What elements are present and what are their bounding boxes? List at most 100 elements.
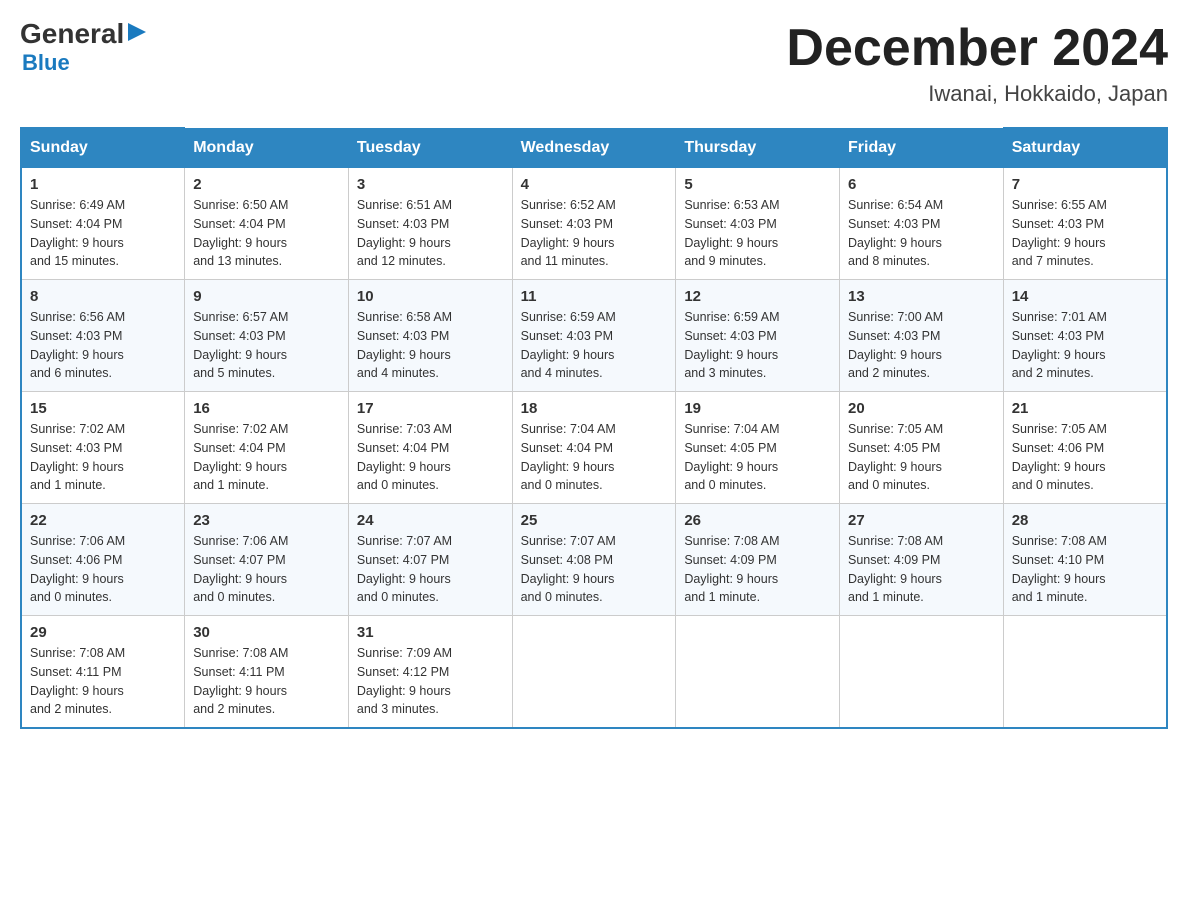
weekday-header-wednesday: Wednesday bbox=[512, 128, 676, 168]
day-number: 13 bbox=[848, 288, 995, 305]
month-title: December 2024 bbox=[786, 20, 1168, 77]
calendar-cell: 6 Sunrise: 6:54 AM Sunset: 4:03 PM Daylig… bbox=[840, 168, 1004, 280]
day-number: 29 bbox=[30, 624, 176, 641]
day-number: 15 bbox=[30, 400, 176, 417]
calendar-cell: 4 Sunrise: 6:52 AM Sunset: 4:03 PM Daylig… bbox=[512, 168, 676, 280]
weekday-header-thursday: Thursday bbox=[676, 128, 840, 168]
calendar-cell: 22Sunrise: 7:06 AM Sunset: 4:06 PM Dayli… bbox=[21, 504, 185, 616]
day-info: Sunrise: 6:51 AM Sunset: 4:03 PM Dayligh… bbox=[357, 196, 504, 271]
calendar-cell: 30 Sunrise: 7:08 AM Sunset: 4:11 PM Dayli… bbox=[185, 616, 349, 729]
calendar-cell: 27 Sunrise: 7:08 AM Sunset: 4:09 PM Dayli… bbox=[840, 504, 1004, 616]
day-number: 19 bbox=[684, 400, 831, 417]
calendar-cell: 8Sunrise: 6:56 AM Sunset: 4:03 PM Daylig… bbox=[21, 280, 185, 392]
day-info: Sunrise: 6:59 AM Sunset: 4:03 PM Dayligh… bbox=[684, 308, 831, 383]
page-header: General Blue December 2024 Iwanai, Hokka… bbox=[20, 20, 1168, 107]
day-info: Sunrise: 6:59 AM Sunset: 4:03 PM Dayligh… bbox=[521, 308, 668, 383]
day-info: Sunrise: 7:02 AM Sunset: 4:04 PM Dayligh… bbox=[193, 420, 340, 495]
calendar-cell: 28Sunrise: 7:08 AM Sunset: 4:10 PM Dayli… bbox=[1003, 504, 1167, 616]
calendar-cell: 2 Sunrise: 6:50 AM Sunset: 4:04 PM Daylig… bbox=[185, 168, 349, 280]
day-number: 30 bbox=[193, 624, 340, 641]
calendar-cell bbox=[676, 616, 840, 729]
calendar-cell: 5Sunrise: 6:53 AM Sunset: 4:03 PM Daylig… bbox=[676, 168, 840, 280]
day-info: Sunrise: 7:07 AM Sunset: 4:07 PM Dayligh… bbox=[357, 532, 504, 607]
weekday-header-friday: Friday bbox=[840, 128, 1004, 168]
calendar-cell: 23Sunrise: 7:06 AM Sunset: 4:07 PM Dayli… bbox=[185, 504, 349, 616]
calendar-week-row: 15 Sunrise: 7:02 AM Sunset: 4:03 PM Dayli… bbox=[21, 392, 1167, 504]
day-number: 3 bbox=[357, 176, 504, 193]
day-info: Sunrise: 7:02 AM Sunset: 4:03 PM Dayligh… bbox=[30, 420, 176, 495]
day-info: Sunrise: 7:08 AM Sunset: 4:11 PM Dayligh… bbox=[193, 644, 340, 719]
day-info: Sunrise: 6:54 AM Sunset: 4:03 PM Dayligh… bbox=[848, 196, 995, 271]
day-number: 17 bbox=[357, 400, 504, 417]
day-number: 7 bbox=[1012, 176, 1158, 193]
day-info: Sunrise: 7:00 AM Sunset: 4:03 PM Dayligh… bbox=[848, 308, 995, 383]
calendar-cell: 13 Sunrise: 7:00 AM Sunset: 4:03 PM Dayli… bbox=[840, 280, 1004, 392]
day-number: 9 bbox=[193, 288, 340, 305]
calendar-week-row: 1 Sunrise: 6:49 AM Sunset: 4:04 PM Daylig… bbox=[21, 168, 1167, 280]
weekday-header-row: SundayMondayTuesdayWednesdayThursdayFrid… bbox=[21, 128, 1167, 168]
calendar-cell: 15 Sunrise: 7:02 AM Sunset: 4:03 PM Dayli… bbox=[21, 392, 185, 504]
day-number: 26 bbox=[684, 512, 831, 529]
calendar-cell: 3 Sunrise: 6:51 AM Sunset: 4:03 PM Daylig… bbox=[348, 168, 512, 280]
day-number: 12 bbox=[684, 288, 831, 305]
day-number: 27 bbox=[848, 512, 995, 529]
calendar-week-row: 8Sunrise: 6:56 AM Sunset: 4:03 PM Daylig… bbox=[21, 280, 1167, 392]
day-info: Sunrise: 7:06 AM Sunset: 4:07 PM Dayligh… bbox=[193, 532, 340, 607]
calendar-cell: 16 Sunrise: 7:02 AM Sunset: 4:04 PM Dayli… bbox=[185, 392, 349, 504]
calendar-cell: 26Sunrise: 7:08 AM Sunset: 4:09 PM Dayli… bbox=[676, 504, 840, 616]
calendar-cell: 21 Sunrise: 7:05 AM Sunset: 4:06 PM Dayli… bbox=[1003, 392, 1167, 504]
day-number: 14 bbox=[1012, 288, 1158, 305]
calendar-week-row: 29 Sunrise: 7:08 AM Sunset: 4:11 PM Dayli… bbox=[21, 616, 1167, 729]
day-number: 10 bbox=[357, 288, 504, 305]
day-number: 2 bbox=[193, 176, 340, 193]
day-number: 8 bbox=[30, 288, 176, 305]
day-info: Sunrise: 7:07 AM Sunset: 4:08 PM Dayligh… bbox=[521, 532, 668, 607]
location: Iwanai, Hokkaido, Japan bbox=[786, 81, 1168, 107]
calendar-cell bbox=[1003, 616, 1167, 729]
day-info: Sunrise: 7:08 AM Sunset: 4:11 PM Dayligh… bbox=[30, 644, 176, 719]
day-info: Sunrise: 7:09 AM Sunset: 4:12 PM Dayligh… bbox=[357, 644, 504, 719]
calendar-cell: 20Sunrise: 7:05 AM Sunset: 4:05 PM Dayli… bbox=[840, 392, 1004, 504]
logo-general: General bbox=[20, 20, 124, 48]
day-number: 16 bbox=[193, 400, 340, 417]
weekday-header-sunday: Sunday bbox=[21, 128, 185, 168]
calendar-cell: 9 Sunrise: 6:57 AM Sunset: 4:03 PM Daylig… bbox=[185, 280, 349, 392]
calendar-cell: 14 Sunrise: 7:01 AM Sunset: 4:03 PM Dayli… bbox=[1003, 280, 1167, 392]
logo-arrow-icon bbox=[126, 21, 148, 43]
day-info: Sunrise: 7:06 AM Sunset: 4:06 PM Dayligh… bbox=[30, 532, 176, 607]
logo-blue: Blue bbox=[22, 50, 70, 76]
day-number: 1 bbox=[30, 176, 176, 193]
day-number: 25 bbox=[521, 512, 668, 529]
day-number: 18 bbox=[521, 400, 668, 417]
day-info: Sunrise: 6:50 AM Sunset: 4:04 PM Dayligh… bbox=[193, 196, 340, 271]
day-number: 4 bbox=[521, 176, 668, 193]
weekday-header-saturday: Saturday bbox=[1003, 128, 1167, 168]
day-info: Sunrise: 6:49 AM Sunset: 4:04 PM Dayligh… bbox=[30, 196, 176, 271]
day-info: Sunrise: 7:01 AM Sunset: 4:03 PM Dayligh… bbox=[1012, 308, 1158, 383]
day-number: 24 bbox=[357, 512, 504, 529]
day-info: Sunrise: 7:04 AM Sunset: 4:05 PM Dayligh… bbox=[684, 420, 831, 495]
calendar-cell bbox=[840, 616, 1004, 729]
day-number: 11 bbox=[521, 288, 668, 305]
day-info: Sunrise: 6:57 AM Sunset: 4:03 PM Dayligh… bbox=[193, 308, 340, 383]
logo: General Blue bbox=[20, 20, 148, 76]
day-info: Sunrise: 7:05 AM Sunset: 4:06 PM Dayligh… bbox=[1012, 420, 1158, 495]
calendar-cell: 18Sunrise: 7:04 AM Sunset: 4:04 PM Dayli… bbox=[512, 392, 676, 504]
weekday-header-monday: Monday bbox=[185, 128, 349, 168]
day-info: Sunrise: 6:52 AM Sunset: 4:03 PM Dayligh… bbox=[521, 196, 668, 271]
calendar-cell: 24 Sunrise: 7:07 AM Sunset: 4:07 PM Dayli… bbox=[348, 504, 512, 616]
day-number: 20 bbox=[848, 400, 995, 417]
day-info: Sunrise: 6:55 AM Sunset: 4:03 PM Dayligh… bbox=[1012, 196, 1158, 271]
calendar-cell: 12 Sunrise: 6:59 AM Sunset: 4:03 PM Dayli… bbox=[676, 280, 840, 392]
day-number: 21 bbox=[1012, 400, 1158, 417]
day-info: Sunrise: 7:08 AM Sunset: 4:10 PM Dayligh… bbox=[1012, 532, 1158, 607]
calendar-cell: 7 Sunrise: 6:55 AM Sunset: 4:03 PM Daylig… bbox=[1003, 168, 1167, 280]
calendar-cell: 10 Sunrise: 6:58 AM Sunset: 4:03 PM Dayli… bbox=[348, 280, 512, 392]
day-info: Sunrise: 7:03 AM Sunset: 4:04 PM Dayligh… bbox=[357, 420, 504, 495]
day-info: Sunrise: 7:08 AM Sunset: 4:09 PM Dayligh… bbox=[848, 532, 995, 607]
day-number: 31 bbox=[357, 624, 504, 641]
day-info: Sunrise: 6:58 AM Sunset: 4:03 PM Dayligh… bbox=[357, 308, 504, 383]
day-number: 6 bbox=[848, 176, 995, 193]
calendar-cell: 25 Sunrise: 7:07 AM Sunset: 4:08 PM Dayli… bbox=[512, 504, 676, 616]
calendar-cell bbox=[512, 616, 676, 729]
